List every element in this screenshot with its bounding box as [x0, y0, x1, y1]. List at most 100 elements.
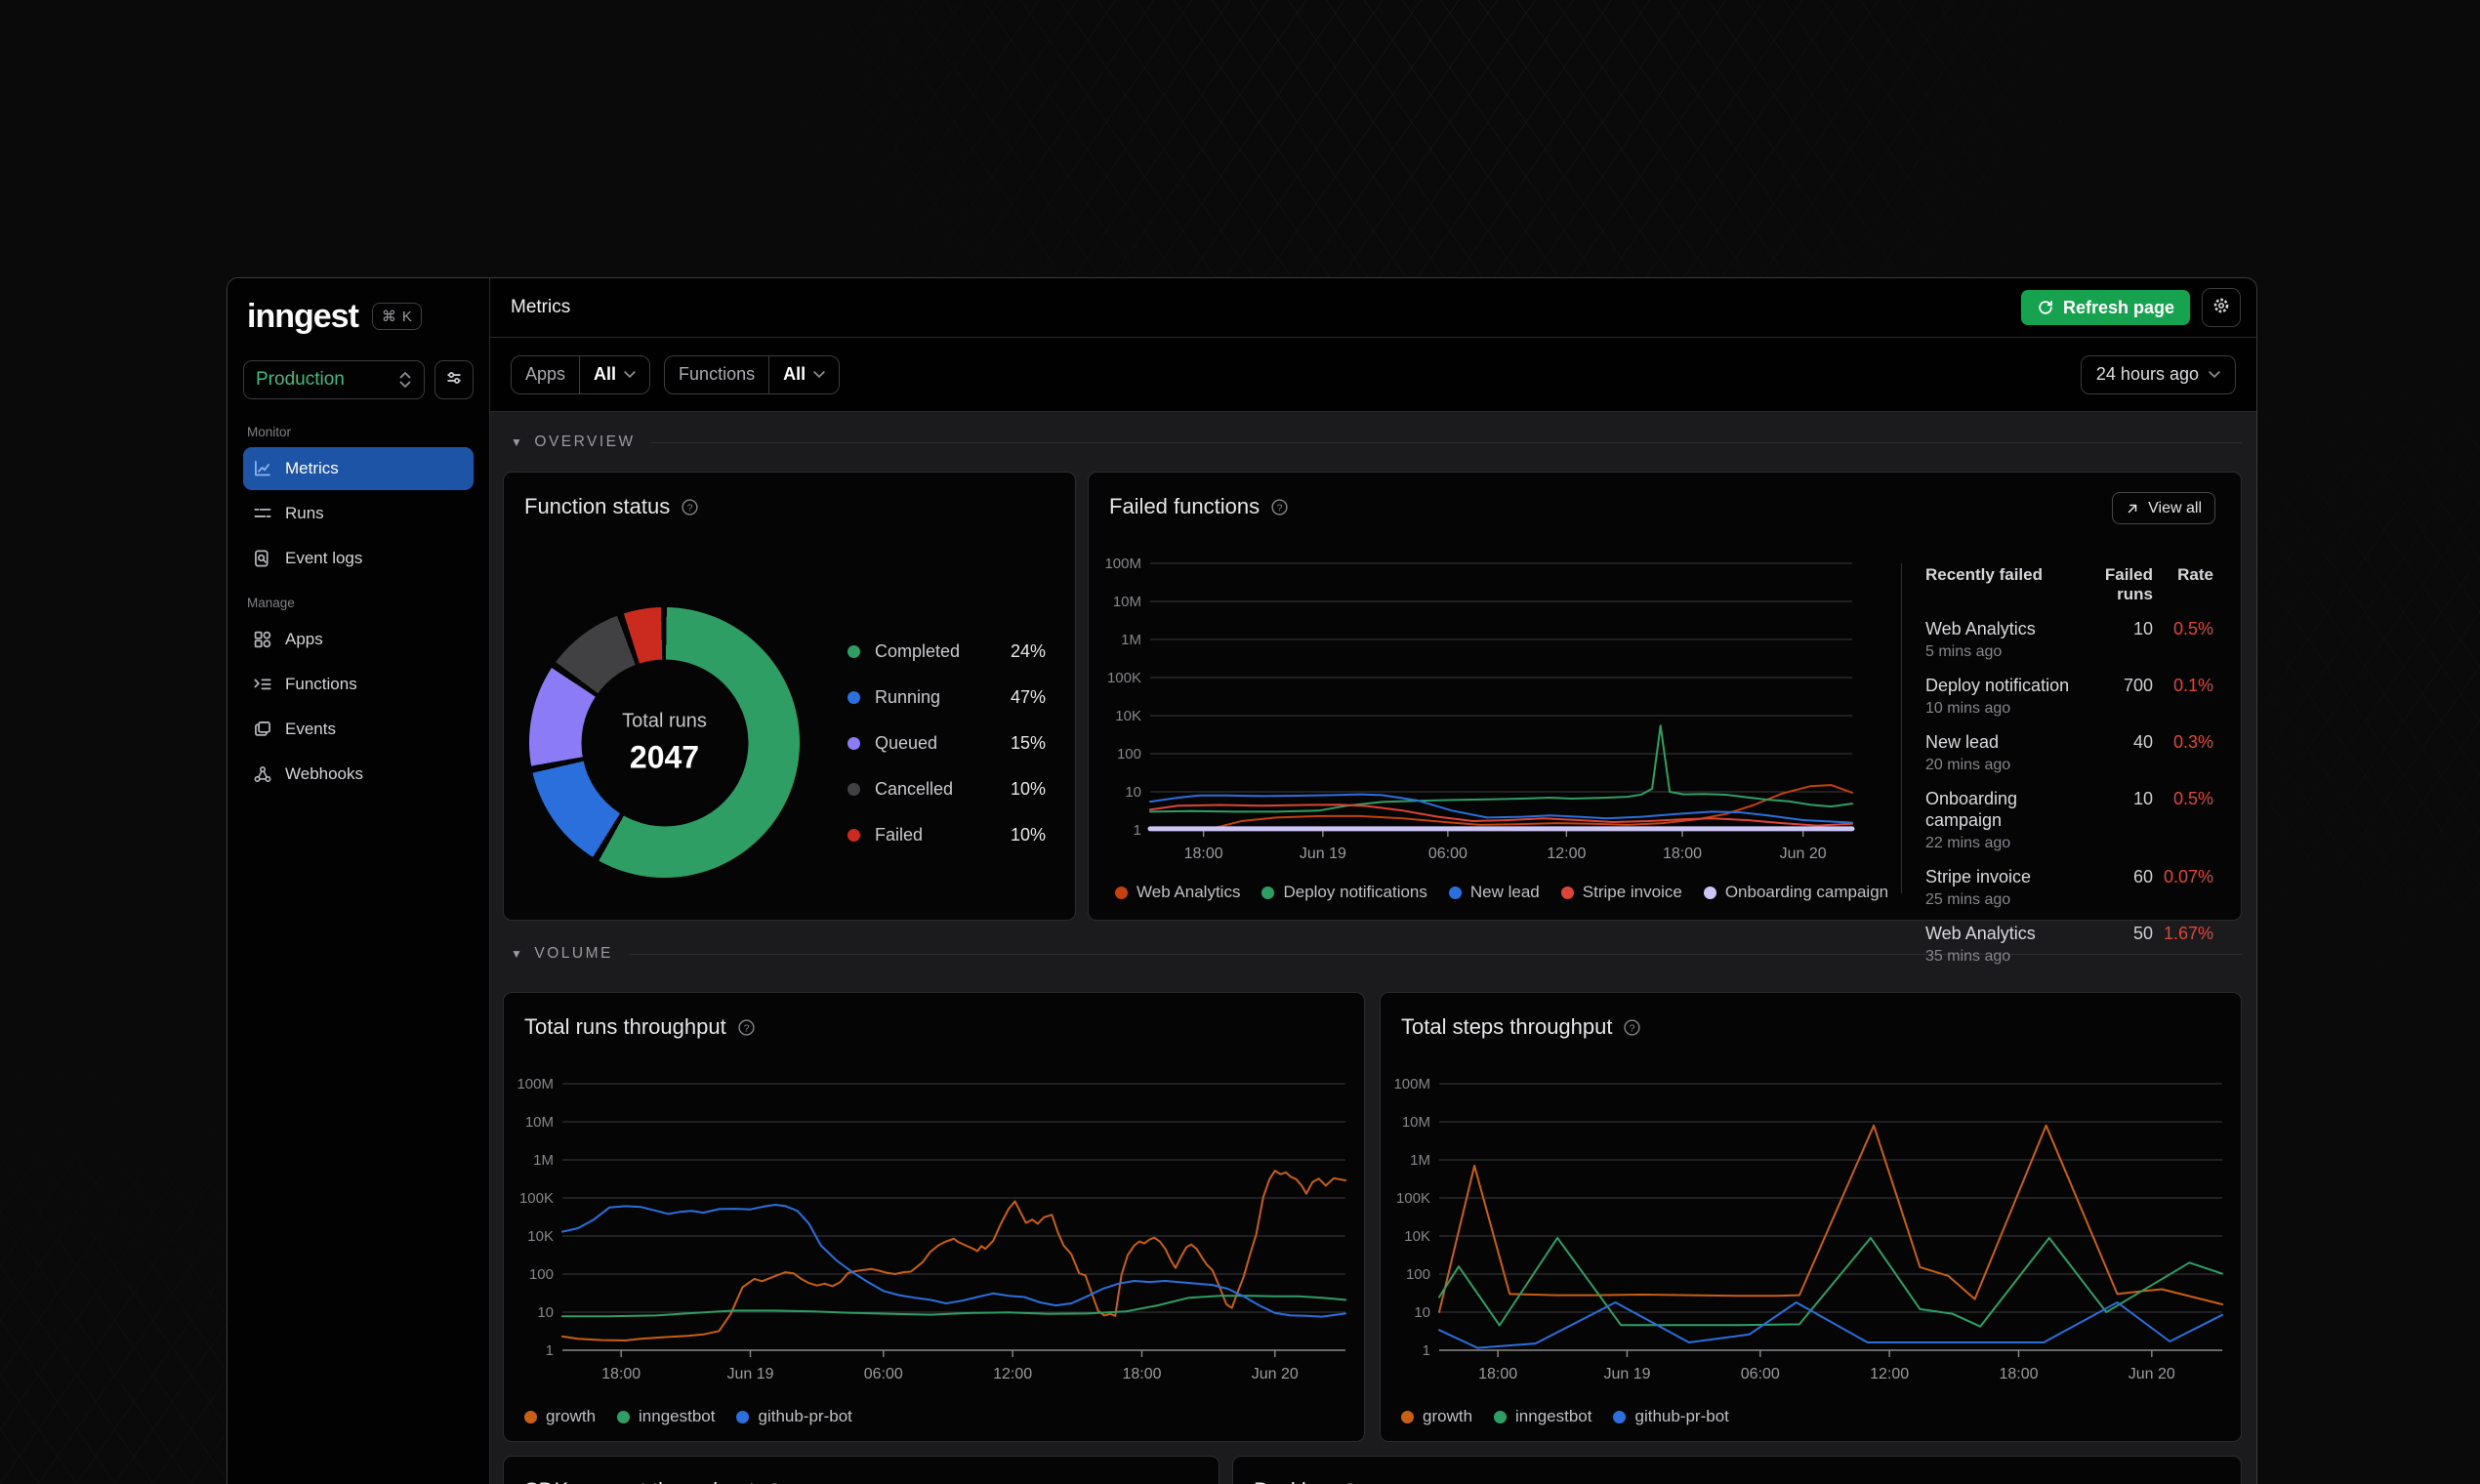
environment-label: Production [256, 369, 345, 390]
svg-text:Jun 19: Jun 19 [726, 1366, 773, 1382]
svg-text:100K: 100K [519, 1190, 554, 1207]
failed-rate-value: 0.1% [2172, 676, 2213, 695]
failed-function-row[interactable]: Deploy notification 10 mins ago 700 0.1% [1925, 675, 2213, 718]
failed-rate-value: 0.07% [2163, 867, 2213, 886]
sidebar-item-label: Metrics [285, 459, 339, 477]
total-steps-chart[interactable]: 100M 10M 1M 100K 10K 100 10 1 18:00 Jun 19 06:00 12… [1381, 993, 2241, 1441]
recently-failed-header-row: Recently failed Failed runs Rate [1925, 565, 2213, 604]
chevron-down-icon [813, 370, 825, 379]
svg-text:18:00: 18:00 [1122, 1366, 1161, 1382]
apps-icon [253, 630, 272, 649]
svg-text:10M: 10M [1402, 1114, 1430, 1131]
chart-legend-item-inngestbot: inngestbot [617, 1407, 715, 1426]
svg-text:12:00: 12:00 [993, 1366, 1032, 1382]
svg-text:18:00: 18:00 [1184, 845, 1223, 862]
filter-bar: Apps All Functions All 24 hours ago [490, 338, 2256, 412]
legend-dot [847, 783, 860, 796]
svg-text:100K: 100K [1107, 670, 1141, 686]
environment-filter-button[interactable] [434, 360, 474, 399]
legend-label: inngestbot [639, 1407, 716, 1425]
sidebar-item-label: Functions [285, 675, 357, 693]
svg-text:10K: 10K [527, 1228, 554, 1245]
failed-function-row[interactable]: Onboarding campaign 22 mins ago 10 0.5% [1925, 788, 2213, 852]
sidebar-item-event-logs[interactable]: Event logs [243, 537, 474, 580]
col-failed-runs: Failed runs [2104, 565, 2153, 603]
legend-dot [1613, 1410, 1627, 1423]
failed-function-name: Onboarding campaign [1925, 789, 2018, 830]
col-rate: Rate [2177, 565, 2213, 584]
legend-label: github-pr-bot [758, 1407, 852, 1425]
function-status-donut-chart[interactable]: Total runs 2047 [529, 607, 800, 878]
failed-function-name: New lead [1925, 732, 2000, 752]
total-steps-throughput-card: Total steps throughput ? 100M 10M 1M 100K 10… [1380, 992, 2242, 1442]
total-runs-chart[interactable]: 100M 10M 1M 100K 10K 100 10 1 18:00 Jun 19 06:00 12… [504, 993, 1364, 1441]
donut-center-label: Total runs [622, 710, 707, 731]
failed-function-row[interactable]: Web Analytics 5 mins ago 10 0.5% [1925, 618, 2213, 661]
sidebar-item-label: Event logs [285, 549, 363, 567]
apps-filter[interactable]: Apps All [511, 354, 651, 394]
chart-legend-item-new-lead: New lead [1448, 883, 1540, 902]
overview-section-header[interactable]: ▼ OVERVIEW [503, 433, 2242, 451]
sidebar-item-apps[interactable]: Apps [243, 618, 474, 661]
failed-runs-value: 50 [2132, 924, 2153, 943]
command-k-shortcut-badge[interactable]: ⌘ K [371, 303, 422, 330]
legend-dot [847, 645, 860, 658]
functions-filter-value: All [783, 364, 806, 384]
failed-rate-value: 0.3% [2172, 732, 2213, 752]
status-legend-item-running: Running 47% [847, 675, 1046, 721]
function-status-card: Function status ? Total runs 2047 Comple… [503, 472, 1076, 921]
svg-text:100: 100 [1406, 1266, 1430, 1283]
sidebar-item-events[interactable]: Events [243, 708, 474, 751]
legend-dot [1703, 886, 1716, 899]
events-icon [253, 720, 272, 739]
total-steps-chart-legend: growth inngestbot github-pr-bot [1401, 1407, 1729, 1426]
failed-function-row[interactable]: Stripe invoice 25 mins ago 60 0.07% [1925, 866, 2213, 909]
inngest-logo: inngest [247, 298, 359, 335]
function-status-title: Function status [524, 494, 671, 518]
sidebar-item-runs[interactable]: Runs [243, 492, 474, 535]
legend-dot [1115, 886, 1128, 899]
svg-text:06:00: 06:00 [1428, 845, 1467, 862]
overview-section-label: OVERVIEW [534, 433, 636, 450]
legend-label: growth [1423, 1407, 1473, 1425]
svg-text:Jun 20: Jun 20 [2129, 1366, 2175, 1382]
legend-dot [847, 691, 860, 704]
svg-text:10K: 10K [1115, 708, 1141, 724]
webhooks-icon [253, 764, 272, 784]
page-title: Metrics [511, 297, 571, 317]
sidebar-item-metrics[interactable]: Metrics [243, 447, 474, 490]
failed-function-row[interactable]: New lead 20 mins ago 40 0.3% [1925, 731, 2213, 774]
chart-legend-item-inngestbot: inngestbot [1494, 1407, 1591, 1426]
chart-legend-item-deploy-notifications: Deploy notifications [1261, 883, 1427, 902]
svg-text:1: 1 [546, 1342, 554, 1359]
sidebar-item-functions[interactable]: Functions [243, 663, 474, 706]
functions-filter[interactable]: Functions All [664, 354, 841, 394]
svg-text:18:00: 18:00 [601, 1366, 641, 1382]
metrics-icon [253, 459, 272, 478]
failed-function-time: 35 mins ago [1925, 948, 2011, 965]
chart-legend-item-growth: growth [524, 1407, 596, 1426]
refresh-page-button[interactable]: Refresh page [2020, 290, 2190, 325]
svg-text:?: ? [687, 502, 693, 514]
failed-function-row[interactable]: Web Analytics 35 mins ago 50 1.67% [1925, 923, 2213, 966]
svg-text:10K: 10K [1404, 1228, 1430, 1245]
main-panel: Metrics Refresh page Apps All Functions … [490, 278, 2256, 1484]
environment-selector[interactable]: Production [243, 360, 425, 399]
status-legend-item-completed: Completed 24% [847, 629, 1046, 675]
help-icon[interactable]: ? [681, 498, 699, 516]
sidebar: inngest ⌘ K Production Monitor Metrics Run… [227, 278, 490, 1484]
legend-label: github-pr-bot [1634, 1407, 1729, 1425]
svg-text:18:00: 18:00 [1478, 1366, 1517, 1382]
svg-text:100: 100 [1117, 746, 1141, 763]
sidebar-item-webhooks[interactable]: Webhooks [243, 753, 474, 796]
function-status-legend: Completed 24% Running 47% Queued 15% Cancelled… [847, 629, 1046, 858]
settings-button[interactable] [2202, 288, 2241, 327]
failed-function-time: 25 mins ago [1925, 891, 2011, 908]
recently-failed-table: Recently failed Failed runs Rate Web Analyt… [1925, 565, 2213, 966]
sidebar-item-label: Runs [285, 504, 324, 522]
svg-text:Jun 19: Jun 19 [1603, 1366, 1650, 1382]
failed-runs-value: 700 [2123, 676, 2153, 695]
time-range-selector[interactable]: 24 hours ago [2080, 354, 2236, 394]
caret-down-icon: ▼ [511, 435, 525, 449]
legend-dot [617, 1410, 631, 1423]
